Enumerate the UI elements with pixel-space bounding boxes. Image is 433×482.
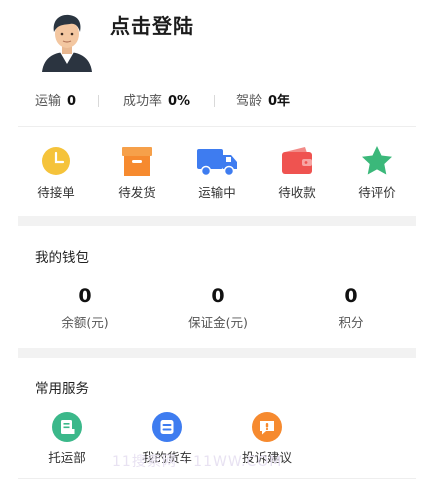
stat-divider [214,95,215,107]
wallet-label: 余额(元) [61,315,109,330]
clock-icon [42,147,70,175]
box-icon [122,147,152,176]
section-separator [18,216,416,226]
wallet-balance[interactable]: 0 余额(元) [30,285,140,331]
my-truck-icon [152,412,182,442]
stat-value: 0 [67,94,77,109]
avatar[interactable] [38,10,96,72]
watermark: 11搜索网 · 11WW.COM [112,454,283,470]
order-status-row: 待接单 待发货 运输中 待收款 待评价 [0,140,433,210]
stat-label: 运输 [35,94,62,109]
stat-value: 0% [168,94,191,109]
service-depot[interactable]: 托运部 [22,412,112,466]
stat-transport: 运输 0 [35,90,76,109]
order-label: 待评价 [358,185,396,200]
service-label: 托运部 [48,450,86,465]
wallet-icon [282,147,312,174]
login-title[interactable]: 点击登陆 [110,10,194,39]
wallet-label: 保证金(元) [188,315,248,330]
wallet-deposit[interactable]: 0 保证金(元) [163,285,273,331]
depot-icon [52,412,82,442]
stat-divider [98,95,99,107]
divider [18,478,416,479]
wallet-points[interactable]: 0 积分 [296,285,406,331]
order-label: 待发货 [118,185,156,200]
star-icon [362,146,392,175]
order-label: 待接单 [37,185,75,200]
divider [18,126,416,127]
stat-value: 0年 [268,94,291,109]
wallet-value: 0 [78,285,92,307]
profile-header: 点击登陆 运输 0 成功率 0% 驾龄 0年 [0,0,433,130]
order-label: 运输中 [198,185,236,200]
wallet-label: 积分 [338,315,364,330]
order-label: 待收款 [278,185,316,200]
truck-icon [197,149,237,177]
stat-label: 成功率 [123,94,163,109]
order-pending-accept[interactable]: 待接单 [16,144,96,201]
wallet-title: 我的钱包 [35,250,89,266]
driver-stats: 运输 0 成功率 0% 驾龄 0年 [0,90,433,112]
section-separator [18,348,416,358]
feedback-icon [252,412,282,442]
wallet-value: 0 [211,285,225,307]
stat-success-rate: 成功率 0% [123,90,190,109]
services-title: 常用服务 [35,381,89,397]
stat-driving-years: 驾龄 0年 [236,90,290,109]
order-pending-payment[interactable]: 待收款 [257,144,337,201]
stat-label: 驾龄 [236,94,263,109]
order-pending-ship[interactable]: 待发货 [97,144,177,201]
order-pending-review[interactable]: 待评价 [337,144,417,201]
order-in-transit[interactable]: 运输中 [177,144,257,201]
wallet-value: 0 [344,285,358,307]
